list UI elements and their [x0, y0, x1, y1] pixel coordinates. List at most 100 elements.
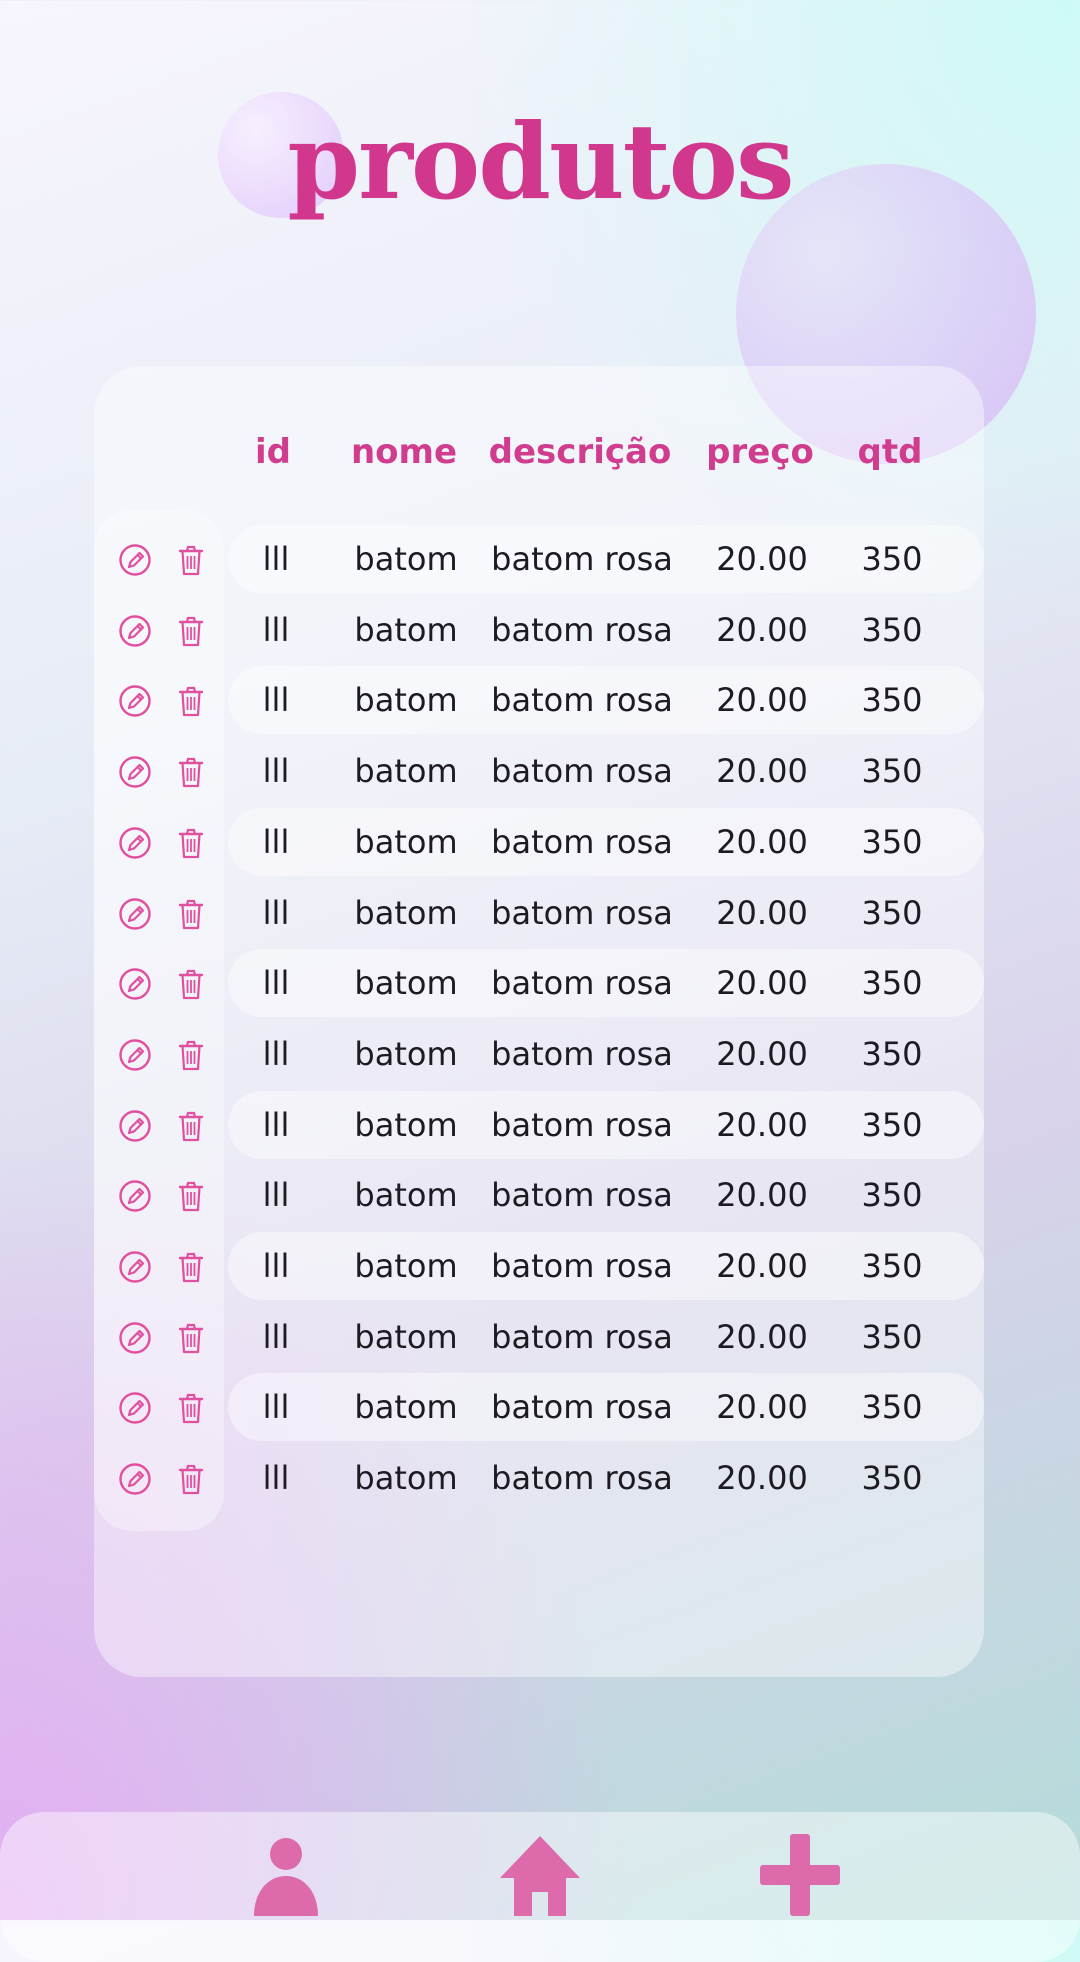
- cell-id: lll: [262, 540, 290, 578]
- edit-icon: [118, 1321, 152, 1355]
- edit-button[interactable]: [118, 755, 152, 789]
- delete-button[interactable]: [174, 684, 208, 718]
- cell-id: lll: [262, 822, 290, 861]
- table-row: lll batom batom rosa 20.00 350: [0, 1232, 1080, 1300]
- table-row: lll batom batom rosa 20.00 350: [0, 525, 1080, 593]
- cell-descricao: batom rosa: [491, 1176, 673, 1215]
- cell-nome: batom: [354, 752, 458, 791]
- cell-preco: 20.00: [716, 893, 808, 932]
- table-row: lll batom batom rosa 20.00 350: [0, 1303, 1080, 1371]
- edit-icon: [118, 1462, 152, 1496]
- edit-button[interactable]: [118, 543, 152, 577]
- cell-descricao: batom rosa: [491, 610, 673, 649]
- trash-icon: [174, 1391, 208, 1425]
- edit-button[interactable]: [118, 897, 152, 931]
- add-product-nav-button[interactable]: [758, 1832, 842, 1918]
- trash-icon: [174, 1250, 208, 1284]
- delete-button[interactable]: [174, 1179, 208, 1213]
- cell-descricao: batom rosa: [491, 1388, 673, 1427]
- cell-nome: batom: [354, 1247, 458, 1285]
- table-row: lll batom batom rosa 20.00 350: [0, 1444, 1080, 1512]
- edit-icon: [118, 1179, 152, 1213]
- cell-descricao: batom rosa: [491, 1247, 673, 1285]
- cell-qtd: 350: [861, 752, 923, 791]
- trash-icon: [174, 543, 208, 577]
- trash-icon: [174, 967, 208, 1001]
- cell-nome: batom: [354, 1176, 458, 1215]
- cell-preco: 20.00: [716, 1317, 808, 1356]
- edit-icon: [118, 1391, 152, 1425]
- edit-icon: [118, 1038, 152, 1072]
- cell-qtd: 350: [861, 1388, 923, 1427]
- cell-nome: batom: [354, 964, 458, 1003]
- delete-button[interactable]: [174, 755, 208, 789]
- bottom-nav: [0, 1812, 1080, 1962]
- cell-descricao: batom rosa: [491, 540, 673, 578]
- edit-button[interactable]: [118, 826, 152, 860]
- profile-nav-button[interactable]: [244, 1832, 328, 1918]
- cell-preco: 20.00: [716, 1459, 808, 1498]
- edit-button[interactable]: [118, 1462, 152, 1496]
- cell-id: lll: [262, 1317, 290, 1356]
- cell-preco: 20.00: [716, 610, 808, 649]
- edit-button[interactable]: [118, 967, 152, 1001]
- cell-id: lll: [262, 1034, 290, 1073]
- delete-button[interactable]: [174, 614, 208, 648]
- home-nav-button[interactable]: [498, 1832, 582, 1918]
- cell-id: lll: [262, 1459, 290, 1498]
- table-row: lll batom batom rosa 20.00 350: [0, 879, 1080, 947]
- delete-button[interactable]: [174, 1391, 208, 1425]
- delete-button[interactable]: [174, 1462, 208, 1496]
- cell-descricao: batom rosa: [491, 964, 673, 1003]
- cell-descricao: batom rosa: [491, 1317, 673, 1356]
- edit-icon: [118, 1250, 152, 1284]
- table-row: lll batom batom rosa 20.00 350: [0, 807, 1080, 876]
- cell-nome: batom: [354, 822, 458, 861]
- delete-button[interactable]: [174, 1250, 208, 1284]
- edit-button[interactable]: [118, 1038, 152, 1072]
- edit-button[interactable]: [118, 1391, 152, 1425]
- delete-button[interactable]: [174, 897, 208, 931]
- cell-qtd: 350: [861, 1034, 923, 1073]
- edit-button[interactable]: [118, 614, 152, 648]
- cell-qtd: 350: [861, 681, 923, 720]
- edit-button[interactable]: [118, 1250, 152, 1284]
- cell-descricao: batom rosa: [491, 681, 673, 720]
- trash-icon: [174, 755, 208, 789]
- cell-descricao: batom rosa: [491, 1034, 673, 1073]
- cell-id: lll: [262, 752, 290, 791]
- edit-button[interactable]: [118, 1321, 152, 1355]
- delete-button[interactable]: [174, 1321, 208, 1355]
- cell-id: lll: [262, 1247, 290, 1285]
- cell-qtd: 350: [861, 610, 923, 649]
- cell-nome: batom: [354, 681, 458, 720]
- delete-button[interactable]: [174, 1038, 208, 1072]
- cell-qtd: 350: [861, 822, 923, 861]
- table-row: lll batom batom rosa 20.00 350: [0, 1161, 1080, 1229]
- cell-qtd: 350: [861, 893, 923, 932]
- table-row: lll batom batom rosa 20.00 350: [0, 737, 1080, 805]
- cell-nome: batom: [354, 1388, 458, 1427]
- user-icon: [254, 1838, 318, 1916]
- cell-qtd: 350: [861, 540, 923, 578]
- edit-button[interactable]: [118, 1109, 152, 1143]
- cell-id: lll: [262, 681, 290, 720]
- cell-nome: batom: [354, 1459, 458, 1498]
- table-row: lll batom batom rosa 20.00 350: [0, 1373, 1080, 1442]
- delete-button[interactable]: [174, 1109, 208, 1143]
- cell-descricao: batom rosa: [491, 822, 673, 861]
- delete-button[interactable]: [174, 967, 208, 1001]
- delete-button[interactable]: [174, 543, 208, 577]
- edit-button[interactable]: [118, 684, 152, 718]
- cell-descricao: batom rosa: [491, 893, 673, 932]
- cell-preco: 20.00: [716, 1247, 808, 1285]
- table-row: lll batom batom rosa 20.00 350: [0, 666, 1080, 735]
- cell-qtd: 350: [861, 964, 923, 1003]
- edit-icon: [118, 826, 152, 860]
- edit-button[interactable]: [118, 1179, 152, 1213]
- table-body: lll batom batom rosa 20.00 350 lll batom batom …: [0, 0, 1080, 1920]
- delete-button[interactable]: [174, 826, 208, 860]
- edit-icon: [118, 614, 152, 648]
- cell-qtd: 350: [861, 1317, 923, 1356]
- trash-icon: [174, 1109, 208, 1143]
